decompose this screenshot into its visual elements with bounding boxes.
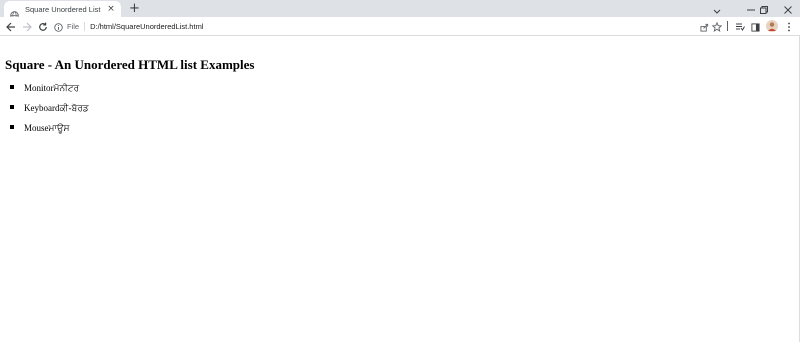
menu-button[interactable] bbox=[782, 19, 796, 33]
restore-button[interactable] bbox=[752, 0, 776, 16]
toolbar-divider bbox=[726, 19, 729, 33]
info-icon[interactable] bbox=[54, 17, 63, 36]
address-url[interactable]: D:/html/SquareUnorderedList.html bbox=[90, 22, 203, 31]
close-icon bbox=[784, 0, 792, 18]
forward-button[interactable] bbox=[20, 19, 34, 33]
forward-arrow-icon bbox=[22, 17, 32, 36]
back-arrow-icon bbox=[6, 17, 16, 36]
item-label: Monitor bbox=[24, 83, 54, 93]
item-label: Keyboard bbox=[24, 103, 60, 113]
page-heading: Square - An Unordered HTML list Examples bbox=[5, 57, 255, 72]
list-item: Monitorਮੋਨੀਟਰ bbox=[10, 82, 89, 102]
new-tab-button[interactable]: + bbox=[127, 1, 142, 16]
reading-list-button[interactable] bbox=[733, 19, 747, 33]
tab-search-button[interactable] bbox=[702, 0, 732, 16]
close-window-button[interactable] bbox=[776, 0, 800, 16]
item-translation: ਕੀ-ਬੋਰਡ bbox=[59, 104, 89, 114]
square-list: Monitorਮੋਨੀਟਰ Keyboardਕੀ-ਬੋਰਡ Mouseਮਾਊਸ bbox=[10, 82, 89, 142]
profile-avatar[interactable] bbox=[765, 19, 779, 33]
tab-close-button[interactable]: × bbox=[106, 4, 116, 14]
tab-title: Square Unordered List bbox=[25, 4, 101, 14]
square-bullet bbox=[10, 125, 14, 129]
address-bar[interactable]: File D:/html/SquareUnorderedList.html bbox=[54, 19, 724, 34]
item-translation: ਮੋਨੀਟਰ bbox=[53, 84, 80, 94]
scheme-label: File bbox=[67, 22, 80, 31]
item-translation: ਮਾਊਸ bbox=[48, 124, 70, 134]
square-bullet bbox=[10, 105, 14, 109]
side-panel-button[interactable] bbox=[748, 19, 762, 33]
side-panel-icon bbox=[750, 17, 760, 36]
bookmark-button[interactable] bbox=[710, 19, 724, 33]
square-bullet bbox=[10, 85, 14, 89]
back-button[interactable] bbox=[4, 19, 18, 33]
reading-list-icon bbox=[735, 17, 745, 36]
reload-button[interactable] bbox=[36, 19, 50, 33]
address-divider bbox=[84, 22, 86, 31]
item-label: Mouse bbox=[24, 123, 49, 133]
menu-dots-icon bbox=[787, 17, 791, 36]
restore-icon bbox=[760, 0, 768, 18]
list-item: Keyboardਕੀ-ਬੋਰਡ bbox=[10, 102, 89, 122]
tab-square-unordered-list[interactable]: Square Unordered List × bbox=[4, 1, 121, 20]
list-item: Mouseਮਾਊਸ bbox=[10, 122, 89, 142]
share-button[interactable] bbox=[697, 19, 711, 33]
reload-icon bbox=[38, 17, 48, 36]
tab-strip: Square Unordered List × + bbox=[0, 0, 800, 20]
globe-icon bbox=[10, 5, 19, 20]
share-icon bbox=[699, 17, 709, 36]
browser-toolbar: File D:/html/SquareUnorderedList.html bbox=[0, 17, 800, 36]
page-content: Square - An Unordered HTML list Examples… bbox=[0, 36, 799, 342]
bookmark-star-icon bbox=[711, 17, 723, 36]
chevron-down-icon bbox=[713, 0, 721, 18]
